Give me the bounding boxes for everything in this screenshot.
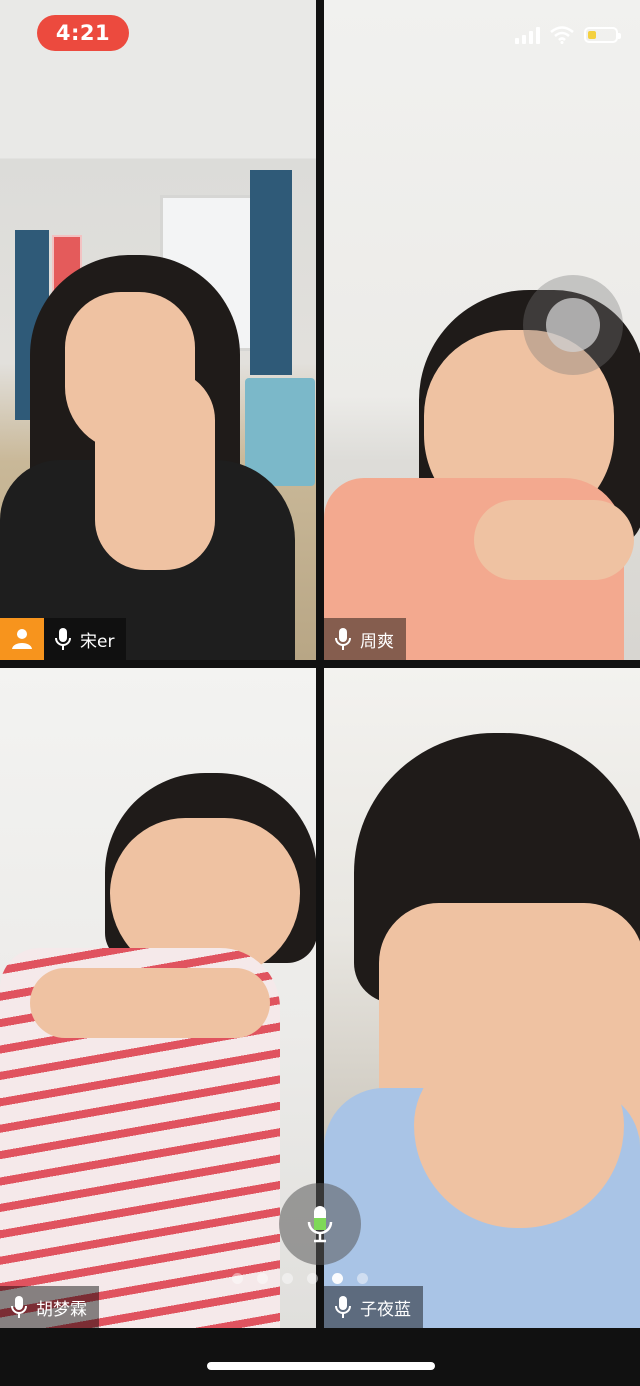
video-tile-4[interactable]: 子夜蓝 [324,668,640,1328]
microphone-icon [335,628,351,650]
person-arms [30,968,270,1038]
microphone-icon [335,1296,351,1318]
page-dot[interactable] [257,1273,268,1284]
person-hands [474,500,634,580]
call-timer[interactable]: 4:21 [37,15,129,51]
microphone-icon [307,1206,333,1243]
participant-label-4: 子夜蓝 [324,1286,423,1328]
video-call-screen: 宋er 周爽 胡梦霖 子夜蓝 4:21 [0,0,640,1386]
host-person-icon [12,629,32,649]
home-indicator[interactable] [207,1362,435,1370]
participant-name-4: 子夜蓝 [360,1299,411,1320]
participant-name-2: 周爽 [360,631,394,652]
assistive-touch-button[interactable] [523,275,623,375]
page-dot[interactable] [282,1273,293,1284]
curtain-right [250,170,292,375]
participant-label-2: 周爽 [324,618,406,660]
page-dot[interactable] [232,1273,243,1284]
host-badge [0,618,44,660]
battery-level [588,31,596,39]
video-tile-3[interactable]: 胡梦霖 [0,668,316,1328]
participant-name-1: 宋er [80,631,115,652]
classroom-shelf [245,378,315,486]
status-icons [515,26,621,44]
page-dot[interactable] [307,1273,318,1284]
microphone-icon [11,1296,27,1318]
person-hands [95,370,215,570]
page-dot[interactable] [332,1273,343,1284]
participant-name-3: 胡梦霖 [36,1299,87,1320]
page-dot[interactable] [357,1273,368,1284]
status-time: 4:21 [55,21,111,45]
microphone-icon [55,628,71,650]
wifi-icon [550,26,574,44]
cellular-signal-icon [515,26,540,44]
participant-label-1: 宋er [44,618,127,660]
page-indicator[interactable] [232,1273,368,1284]
mute-toggle-button[interactable] [279,1183,361,1265]
assistive-touch-icon [546,298,600,352]
video-tile-1[interactable]: 宋er [0,0,316,660]
battery-icon [584,27,621,43]
participant-label-3: 胡梦霖 [0,1286,99,1328]
